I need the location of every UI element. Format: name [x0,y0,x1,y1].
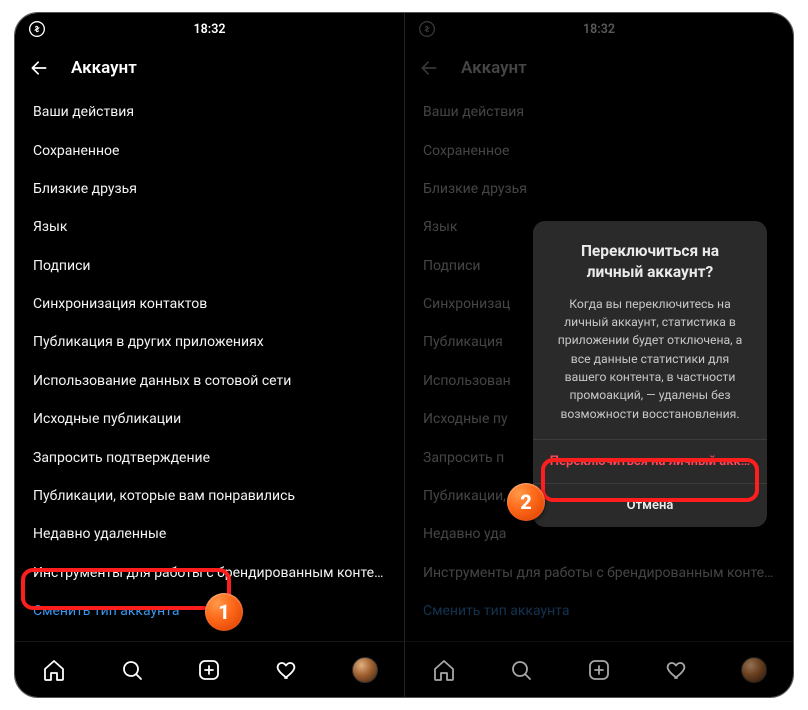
clock: 18:32 [194,22,226,37]
dialog-cancel-button[interactable]: Отмена [533,483,767,527]
settings-item[interactable]: Сохраненное [15,131,404,169]
page-title: Аккаунт [71,58,137,78]
home-icon[interactable] [41,657,67,683]
settings-item[interactable]: Инструменты для работы с брендированным … [15,554,404,592]
settings-item[interactable]: Язык [15,208,404,246]
step-badge-2: 2 [507,483,545,521]
settings-item[interactable]: Добавить новый профессиональный аккаунт [15,630,404,641]
add-post-icon[interactable] [196,657,222,683]
settings-item[interactable]: Публикация в других приложениях [15,323,404,361]
header: Аккаунт [15,45,404,91]
bottom-nav [15,641,404,697]
dialog-title: Переключиться на личный аккаунт? [533,221,767,291]
settings-item[interactable]: Запросить подтверждение [15,438,404,476]
back-arrow-icon[interactable] [29,58,49,78]
phone-right: 18:32 Аккаунт Ваши действияСохраненноеБл… [404,13,793,697]
search-icon[interactable] [119,657,145,683]
step-badge-1: 1 [205,593,243,631]
settings-item[interactable]: Ваши действия [15,93,404,131]
settings-item[interactable]: Синхронизация контактов [15,285,404,323]
settings-item[interactable]: Подписи [15,247,404,285]
shazam-icon [29,21,45,37]
dialog-body: Когда вы переключитесь на личный аккаунт… [533,291,767,439]
settings-list[interactable]: Ваши действияСохраненноеБлизкие друзьяЯз… [15,91,404,641]
phone-left: 18:32 Аккаунт Ваши действияСохраненноеБл… [15,13,404,697]
confirm-dialog: Переключиться на личный аккаунт? Когда в… [533,221,767,527]
settings-item[interactable]: Публикации, которые вам понравились [15,477,404,515]
settings-item[interactable]: Исходные публикации [15,400,404,438]
profile-avatar[interactable] [352,657,378,683]
status-bar: 18:32 [15,13,404,45]
settings-item[interactable]: Недавно удаленные [15,515,404,553]
settings-item[interactable]: Близкие друзья [15,170,404,208]
settings-item[interactable]: Использование данных в сотовой сети [15,362,404,400]
dialog-confirm-button[interactable]: Переключиться на личный акк… [533,439,767,483]
heart-icon[interactable] [274,657,300,683]
